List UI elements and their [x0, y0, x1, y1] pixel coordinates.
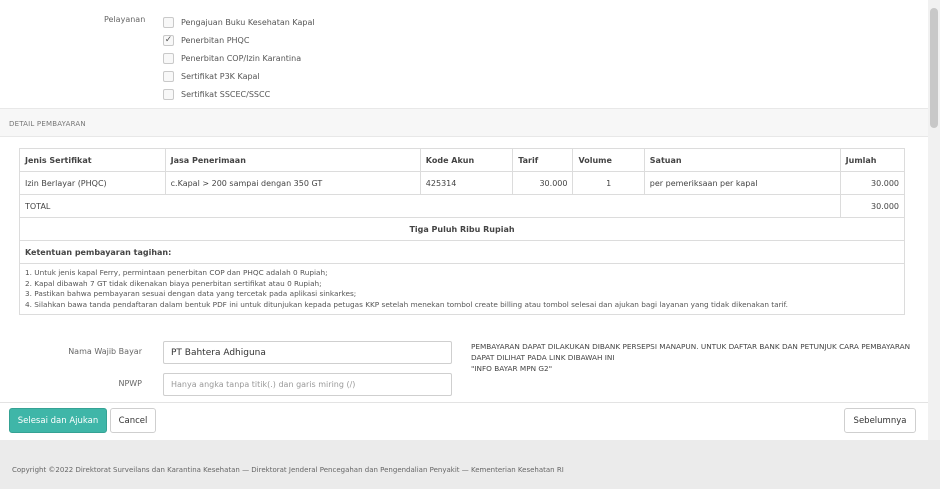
notice-text: PEMBAYARAN DAPAT DILAKUKAN DIBANK PERSEP…	[471, 342, 911, 362]
rule-item: 2. Kapal dibawah 7 GT tidak dikenakan bi…	[25, 278, 322, 288]
service-option-buku-kesehatan[interactable]: Pengajuan Buku Kesehatan Kapal	[163, 13, 315, 31]
checkbox-unchecked[interactable]	[163, 52, 174, 64]
table-header-row: Jenis Sertifikat Jasa Penerimaan Kode Ak…	[19, 148, 906, 172]
column-header: Satuan	[643, 148, 841, 172]
service-option-p3k[interactable]: Sertifikat P3K Kapal	[163, 67, 315, 85]
payment-notice: PEMBAYARAN DAPAT DILAKUKAN DIBANK PERSEP…	[471, 341, 921, 374]
service-option-sscec[interactable]: Sertifikat SSCEC/SSCC	[163, 85, 315, 103]
pelayanan-label: Pelayanan	[104, 15, 146, 24]
total-row: TOTAL 30.000	[19, 194, 906, 218]
column-header: Jumlah	[839, 148, 906, 172]
ketentuan-rules: 1. Untuk jenis kapal Ferry, permintaan p…	[19, 263, 905, 315]
cell-tarif: 30.000	[512, 171, 574, 195]
vertical-scrollbar[interactable]	[928, 0, 940, 440]
service-option-label: Pengajuan Buku Kesehatan Kapal	[181, 17, 315, 27]
column-header: Jenis Sertifikat	[19, 148, 166, 172]
rule-item: 4. Silahkan bawa tanda pendaftaran dalam…	[25, 299, 788, 309]
service-option-label: Sertifikat SSCEC/SSCC	[181, 89, 271, 99]
cancel-button[interactable]: Cancel	[110, 408, 156, 433]
cell-kode: 425314	[419, 171, 514, 195]
cell-jasa: c.Kapal > 200 sampai dengan 350 GT	[164, 171, 421, 195]
table-row: Izin Berlayar (PHQC) c.Kapal > 200 sampa…	[19, 171, 906, 195]
info-bayar-link[interactable]: "INFO BAYAR MPN G2"	[471, 363, 921, 374]
submit-button[interactable]: Selesai dan Ajukan	[9, 408, 107, 433]
cell-satuan: per pemeriksaan per kapal	[643, 171, 841, 195]
rule-item: 3. Pastikan bahwa pembayaran sesuai deng…	[25, 289, 357, 298]
column-header: Jasa Penerimaan	[164, 148, 421, 172]
terbilang-row: Tiga Puluh Ribu Rupiah	[19, 217, 905, 241]
payment-detail-table: Jenis Sertifikat Jasa Penerimaan Kode Ak…	[19, 148, 906, 315]
ketentuan-title-row: Ketentuan pembayaran tagihan:	[19, 240, 905, 264]
scrollbar-thumb[interactable]	[930, 8, 938, 128]
copyright-text: Copyright ©2022 Direktorat Surveilans da…	[12, 466, 564, 474]
column-header: Volume	[572, 148, 645, 172]
wajib-bayar-label: Nama Wajib Bayar	[68, 347, 142, 356]
terbilang-text: Tiga Puluh Ribu Rupiah	[19, 217, 905, 241]
ketentuan-rules-row: 1. Untuk jenis kapal Ferry, permintaan p…	[19, 263, 905, 315]
checkbox-unchecked[interactable]	[163, 88, 174, 100]
service-option-label: Sertifikat P3K Kapal	[181, 71, 260, 81]
column-header: Kode Akun	[419, 148, 514, 172]
service-option-label: Penerbitan PHQC	[181, 35, 250, 45]
rule-item: 1. Untuk jenis kapal Ferry, permintaan p…	[25, 268, 328, 277]
cell-jenis: Izin Berlayar (PHQC)	[19, 171, 166, 195]
main-card: Pelayanan Pengajuan Buku Kesehatan Kapal…	[0, 0, 928, 440]
wajib-bayar-input[interactable]: PT Bahtera Adhiguna	[163, 341, 452, 364]
ketentuan-title: Ketentuan pembayaran tagihan:	[19, 240, 905, 264]
checkbox-unchecked[interactable]	[163, 16, 174, 28]
checkbox-unchecked[interactable]	[163, 70, 174, 82]
checkbox-checked-icon[interactable]: ✓	[163, 34, 174, 46]
npwp-label: NPWP	[118, 379, 142, 388]
cell-volume: 1	[572, 171, 645, 195]
cell-jumlah: 30.000	[839, 171, 906, 195]
total-label: TOTAL	[19, 194, 841, 218]
column-header: Tarif	[512, 148, 574, 172]
total-value: 30.000	[839, 194, 906, 218]
service-checkbox-list: Pengajuan Buku Kesehatan Kapal ✓ Penerbi…	[163, 13, 315, 103]
section-title: DETAIL PEMBAYARAN	[9, 120, 86, 128]
service-option-cop[interactable]: Penerbitan COP/Izin Karantina	[163, 49, 315, 67]
service-option-phqc[interactable]: ✓ Penerbitan PHQC	[163, 31, 315, 49]
previous-button[interactable]: Sebelumnya	[844, 408, 916, 433]
service-option-label: Penerbitan COP/Izin Karantina	[181, 53, 302, 63]
npwp-input[interactable]: Hanya angka tanpa titik(.) dan garis mir…	[163, 373, 452, 396]
detail-pembayaran-header: DETAIL PEMBAYARAN	[0, 108, 928, 137]
